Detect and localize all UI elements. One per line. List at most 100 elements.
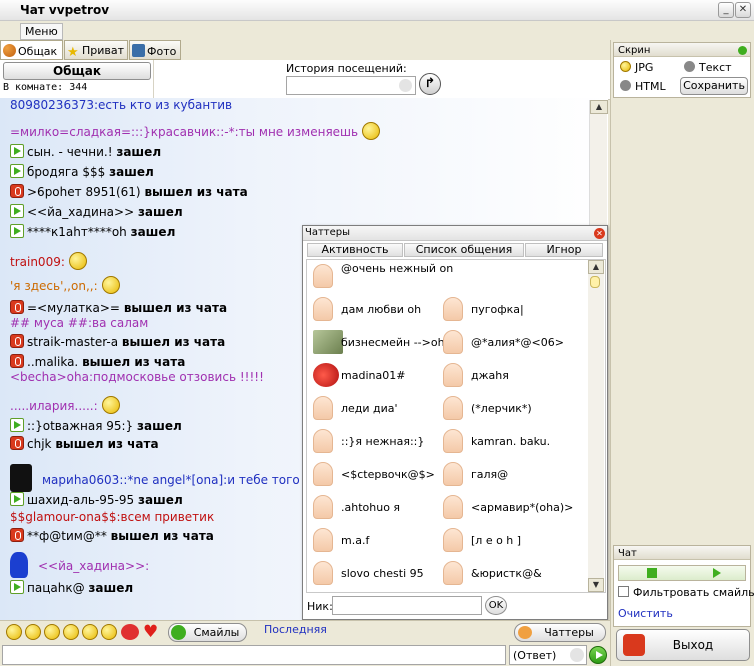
money-avatar-icon[interactable] xyxy=(313,330,343,354)
smile-icon[interactable] xyxy=(6,624,22,640)
user-avatar[interactable] xyxy=(443,297,463,321)
play-icon[interactable] xyxy=(713,568,721,578)
cool-icon[interactable] xyxy=(101,624,117,640)
chatter-name[interactable]: джаhя xyxy=(471,369,509,382)
user-avatar[interactable] xyxy=(313,297,333,321)
user-avatar[interactable] xyxy=(443,330,463,354)
join-notice: бродяга $$$ зашел xyxy=(10,164,154,179)
chatter-name[interactable]: пугофка| xyxy=(471,303,524,316)
send-icon[interactable] xyxy=(589,646,607,664)
chatter-name[interactable]: леди диа' xyxy=(341,402,398,415)
heart-icon[interactable]: ♥ xyxy=(143,622,158,642)
user-avatar[interactable] xyxy=(443,528,463,552)
scroll-down-icon[interactable]: ▼ xyxy=(588,578,604,592)
radio-text[interactable]: Текст xyxy=(684,61,732,74)
message-input[interactable] xyxy=(2,645,506,665)
user-name[interactable]: chjk xyxy=(27,437,52,451)
user-avatar[interactable] xyxy=(313,429,333,453)
surprised-icon[interactable] xyxy=(82,624,98,640)
chatter-name[interactable]: slovo chesti 95 xyxy=(341,567,424,580)
user-name[interactable]: >6рoheт 8951(61) xyxy=(27,185,141,199)
chatter-name[interactable]: бизнесмейн -->oh xyxy=(341,336,445,349)
chatter-name[interactable]: &юристк@& xyxy=(471,567,542,580)
user-name[interactable]: straik-master-a xyxy=(27,335,118,349)
user-name[interactable]: <<йа_хадина>> xyxy=(27,205,134,219)
user-avatar[interactable] xyxy=(443,396,463,420)
chatter-name[interactable]: дам любви oh xyxy=(341,303,421,316)
user-avatar[interactable] xyxy=(443,363,463,387)
scroll-thumb[interactable] xyxy=(590,276,600,288)
chatter-name[interactable]: (*лерчик*) xyxy=(471,402,532,415)
chatters-button[interactable]: Чаттеры xyxy=(514,623,606,642)
close-button[interactable]: ✕ xyxy=(735,2,751,18)
nick-ok-button[interactable]: OK xyxy=(485,596,507,615)
smileys-button[interactable]: Смайлы xyxy=(168,623,247,642)
user-name[interactable]: =<мулатка>= xyxy=(27,301,120,315)
user-avatar[interactable] xyxy=(443,561,463,585)
chat-message: <<йа_хадина>>: xyxy=(10,552,149,578)
user-name[interactable]: пацаhк@ xyxy=(27,581,85,595)
user-avatar[interactable] xyxy=(313,462,333,486)
tab-photo[interactable]: Фото xyxy=(129,40,181,60)
tab-activity[interactable]: Активность xyxy=(307,243,403,257)
chatter-name[interactable]: галя@ xyxy=(471,468,508,481)
tab-ignore[interactable]: Игнор xyxy=(525,243,603,257)
tab-private[interactable]: ★ Приват xyxy=(64,40,128,60)
user-name[interactable]: бродяга $$$ xyxy=(27,165,105,179)
grin-icon[interactable] xyxy=(44,624,60,640)
user-name[interactable]: **ф@tим@** xyxy=(27,529,107,543)
user-avatar[interactable] xyxy=(443,462,463,486)
history-input[interactable] xyxy=(286,76,416,95)
chatter-name[interactable]: ::}я нежная::} xyxy=(341,435,424,448)
menu-button[interactable]: Меню xyxy=(20,23,63,40)
user-name[interactable]: шахид-аль-95-95 xyxy=(27,493,134,507)
user-avatar[interactable] xyxy=(443,429,463,453)
user-avatar[interactable] xyxy=(313,264,333,288)
chatter-name[interactable]: @*алия*@<06> xyxy=(471,336,564,349)
chatter-name[interactable]: [л е о h ] xyxy=(471,534,521,547)
user-avatar[interactable] xyxy=(313,396,333,420)
reply-target-field[interactable]: (Ответ) xyxy=(509,645,587,665)
lips-icon[interactable] xyxy=(121,624,139,640)
clear-link[interactable]: Очистить xyxy=(618,607,673,620)
exit-button[interactable]: Выход xyxy=(616,629,750,661)
leave-notice: chjk вышел из чата xyxy=(10,436,159,451)
room-name-button[interactable]: Общак xyxy=(3,62,151,80)
laugh-icon[interactable] xyxy=(63,624,79,640)
strawberry-avatar-icon[interactable] xyxy=(313,363,339,387)
go-arrow-icon[interactable]: ↱ xyxy=(419,73,441,95)
chatter-name[interactable]: madina01# xyxy=(341,369,405,382)
user-name[interactable]: сын. - чечни.! xyxy=(27,145,113,159)
user-avatar[interactable] xyxy=(313,528,333,552)
user-avatar[interactable] xyxy=(313,561,333,585)
chatter-name[interactable]: m.a.f xyxy=(341,534,369,547)
nick-input[interactable] xyxy=(332,596,482,615)
chatter-name[interactable]: .ahtohuo я xyxy=(341,501,400,514)
last-link[interactable]: Последняя xyxy=(264,623,327,636)
scroll-up-icon[interactable]: ▲ xyxy=(588,260,604,274)
chatter-name[interactable]: @очень нежный on xyxy=(341,262,453,275)
save-button[interactable]: Сохранить xyxy=(680,77,748,95)
user-avatar[interactable] xyxy=(443,495,463,519)
radio-jpg[interactable]: JPG xyxy=(620,61,653,74)
chatter-name[interactable]: <армавир*(oha)> xyxy=(471,501,573,514)
chatter-name[interactable]: kamran. baku. xyxy=(471,435,550,448)
dropdown-icon[interactable] xyxy=(399,79,412,92)
chatters-scrollbar[interactable]: ▲ ▼ xyxy=(588,260,604,592)
radio-html[interactable]: HTML xyxy=(620,80,666,93)
scroll-up-icon[interactable]: ▲ xyxy=(590,100,608,114)
user-name[interactable]: ****к1аhт****oh xyxy=(27,225,127,239)
user-avatar[interactable] xyxy=(313,495,333,519)
dropdown-icon[interactable] xyxy=(570,648,584,662)
user-name[interactable]: ..malika. xyxy=(27,355,78,369)
chatter-name[interactable]: <$ctepвочк@$> xyxy=(341,468,435,481)
tab-general[interactable]: Общак xyxy=(0,40,63,60)
message-text: <<йа_хадина>>: xyxy=(38,559,150,573)
minimize-button[interactable]: _ xyxy=(718,2,734,18)
tab-chat-list[interactable]: Список общения xyxy=(404,243,524,257)
user-name[interactable]: ::}otважная 95:} xyxy=(27,419,133,433)
filter-smileys-checkbox[interactable]: Фильтровать смайлы xyxy=(618,586,754,599)
pause-icon[interactable] xyxy=(647,568,657,578)
close-popup-icon[interactable]: ✕ xyxy=(594,228,605,239)
wink-icon[interactable] xyxy=(25,624,41,640)
